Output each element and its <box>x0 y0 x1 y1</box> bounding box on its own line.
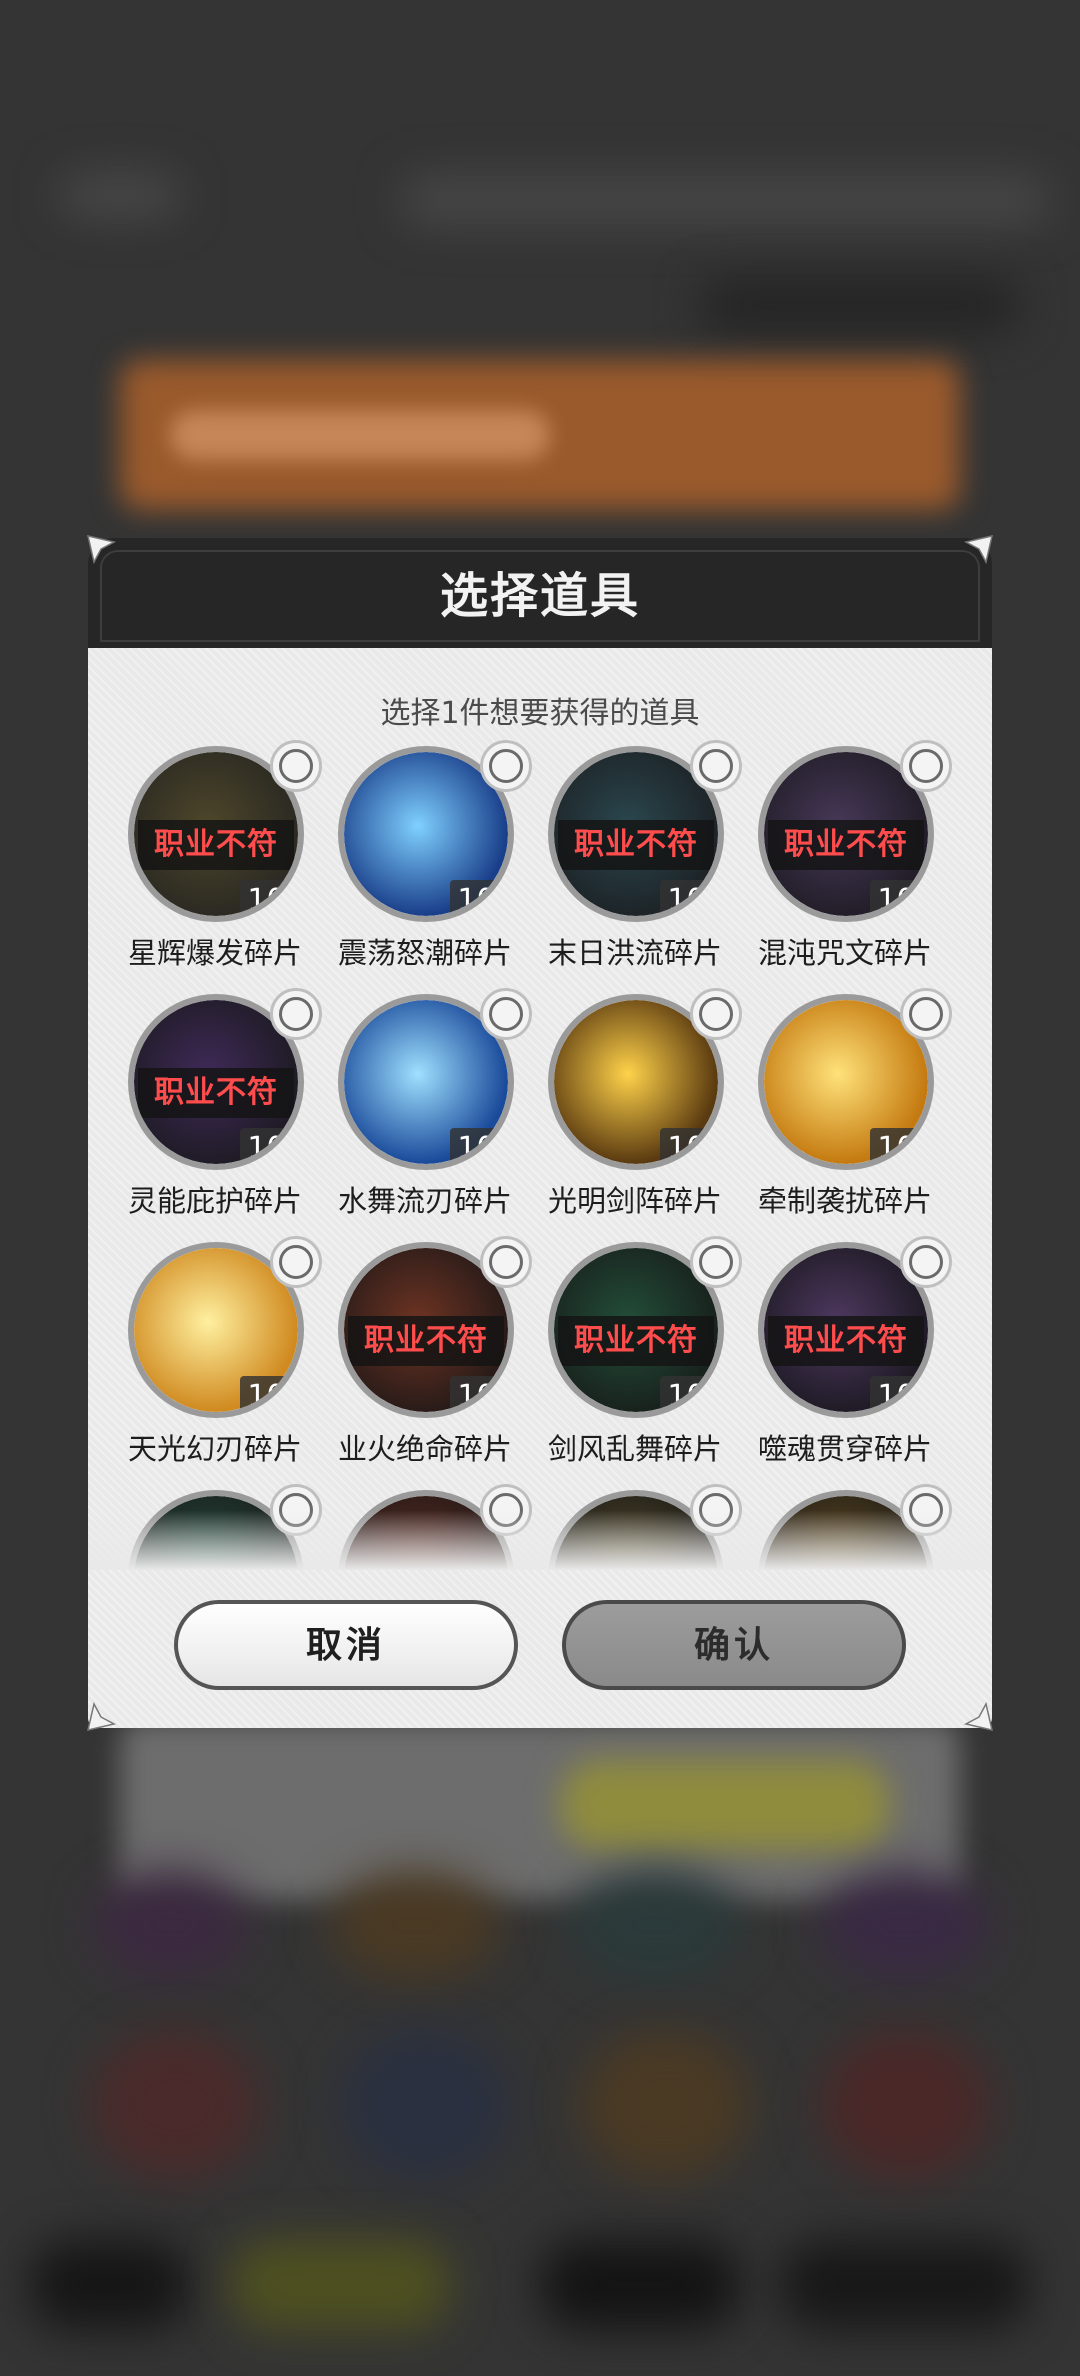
item-card[interactable]: 职业不符 100 灵能庇护碎片 <box>110 986 322 1218</box>
corner-ornament-icon <box>84 1700 118 1734</box>
item-card[interactable]: 100 光明剑阵碎片 <box>530 986 742 1218</box>
select-radio[interactable] <box>270 740 322 792</box>
class-mismatch-badge: 职业不符 <box>558 1316 714 1366</box>
dialog-header: 选择道具 <box>88 538 992 648</box>
item-card[interactable]: 职业不符 100 剑风乱舞碎片 <box>530 1234 742 1466</box>
item-card[interactable]: 职业不符 100 星辉爆发碎片 <box>110 738 322 970</box>
item-quantity: 100 <box>660 1128 718 1164</box>
item-card[interactable]: 100 牵制袭扰碎片 <box>740 986 952 1218</box>
item-name: 业火绝命碎片 <box>337 1432 512 1466</box>
item-quantity: 100 <box>450 1128 508 1164</box>
item-quantity: 100 <box>240 1128 298 1164</box>
select-radio[interactable] <box>270 1236 322 1288</box>
item-name: 灵能庇护碎片 <box>127 1184 302 1218</box>
item-card[interactable]: 职业不符 100 混沌咒文碎片 <box>740 738 952 970</box>
class-mismatch-badge: 职业不符 <box>768 820 924 870</box>
corner-ornament-icon <box>962 532 996 566</box>
cancel-button[interactable]: 取消 <box>174 1600 518 1690</box>
select-radio[interactable] <box>480 1236 532 1288</box>
class-mismatch-badge: 职业不符 <box>138 820 294 870</box>
corner-ornament-icon <box>84 532 118 566</box>
item-card[interactable]: 职业不符 100 噬魂贯穿碎片 <box>740 1234 952 1466</box>
item-name: 水舞流刃碎片 <box>337 1184 512 1218</box>
item-name: 天光幻刃碎片 <box>127 1432 302 1466</box>
item-quantity: 100 <box>870 1376 928 1412</box>
corner-ornament-icon <box>962 1700 996 1734</box>
item-quantity: 100 <box>870 880 928 916</box>
class-mismatch-badge: 职业不符 <box>348 1316 504 1366</box>
item-card[interactable]: 100 震荡怒潮碎片 <box>320 738 532 970</box>
item-quantity: 100 <box>240 1376 298 1412</box>
item-name: 牵制袭扰碎片 <box>757 1184 932 1218</box>
select-item-dialog: 选择道具 选择1件想要获得的道具 职业不符 100 星辉爆发碎片 100 震荡怒潮碎片职… <box>86 534 994 1732</box>
dialog-title: 选择道具 <box>439 568 640 624</box>
dialog-body: 选择1件想要获得的道具 职业不符 100 星辉爆发碎片 100 震荡怒潮碎片 职业不符 10… <box>88 648 992 1728</box>
select-radio[interactable] <box>900 1236 952 1288</box>
select-radio[interactable] <box>690 740 742 792</box>
item-card[interactable]: 职业不符 100 业火绝命碎片 <box>320 1234 532 1466</box>
item-name: 噬魂贯穿碎片 <box>757 1432 932 1466</box>
item-quantity: 100 <box>870 1128 928 1164</box>
item-name: 混沌咒文碎片 <box>757 936 932 970</box>
select-radio[interactable] <box>900 740 952 792</box>
select-radio[interactable] <box>690 988 742 1040</box>
select-radio[interactable] <box>270 988 322 1040</box>
item-name: 光明剑阵碎片 <box>547 1184 722 1218</box>
confirm-button[interactable]: 确认 <box>562 1600 906 1690</box>
item-quantity: 100 <box>240 880 298 916</box>
class-mismatch-badge: 职业不符 <box>138 1068 294 1118</box>
item-quantity: 100 <box>660 1376 718 1412</box>
item-name: 剑风乱舞碎片 <box>547 1432 722 1466</box>
item-card[interactable]: 职业不符 100 末日洪流碎片 <box>530 738 742 970</box>
item-name: 末日洪流碎片 <box>547 936 722 970</box>
item-grid: 职业不符 100 星辉爆发碎片 100 震荡怒潮碎片 职业不符 100 末日洪流碎片 职业不符 1… <box>110 738 952 1570</box>
item-quantity: 100 <box>450 880 508 916</box>
item-card[interactable]: 100 水舞流刃碎片 <box>320 986 532 1218</box>
item-quantity: 100 <box>660 880 718 916</box>
select-radio[interactable] <box>480 740 532 792</box>
item-card[interactable]: 100 天光幻刃碎片 <box>110 1234 322 1466</box>
select-radio[interactable] <box>690 1236 742 1288</box>
item-grid-scroll[interactable]: 职业不符 100 星辉爆发碎片 100 震荡怒潮碎片 职业不符 100 末日洪流碎片 职业不符 1… <box>88 738 992 1570</box>
item-quantity: 100 <box>450 1376 508 1412</box>
class-mismatch-badge: 职业不符 <box>558 820 714 870</box>
dialog-subtitle: 选择1件想要获得的道具 <box>380 696 700 731</box>
item-name: 星辉爆发碎片 <box>127 936 302 970</box>
item-name: 震荡怒潮碎片 <box>337 936 512 970</box>
select-radio[interactable] <box>480 988 532 1040</box>
class-mismatch-badge: 职业不符 <box>768 1316 924 1366</box>
select-radio[interactable] <box>900 988 952 1040</box>
